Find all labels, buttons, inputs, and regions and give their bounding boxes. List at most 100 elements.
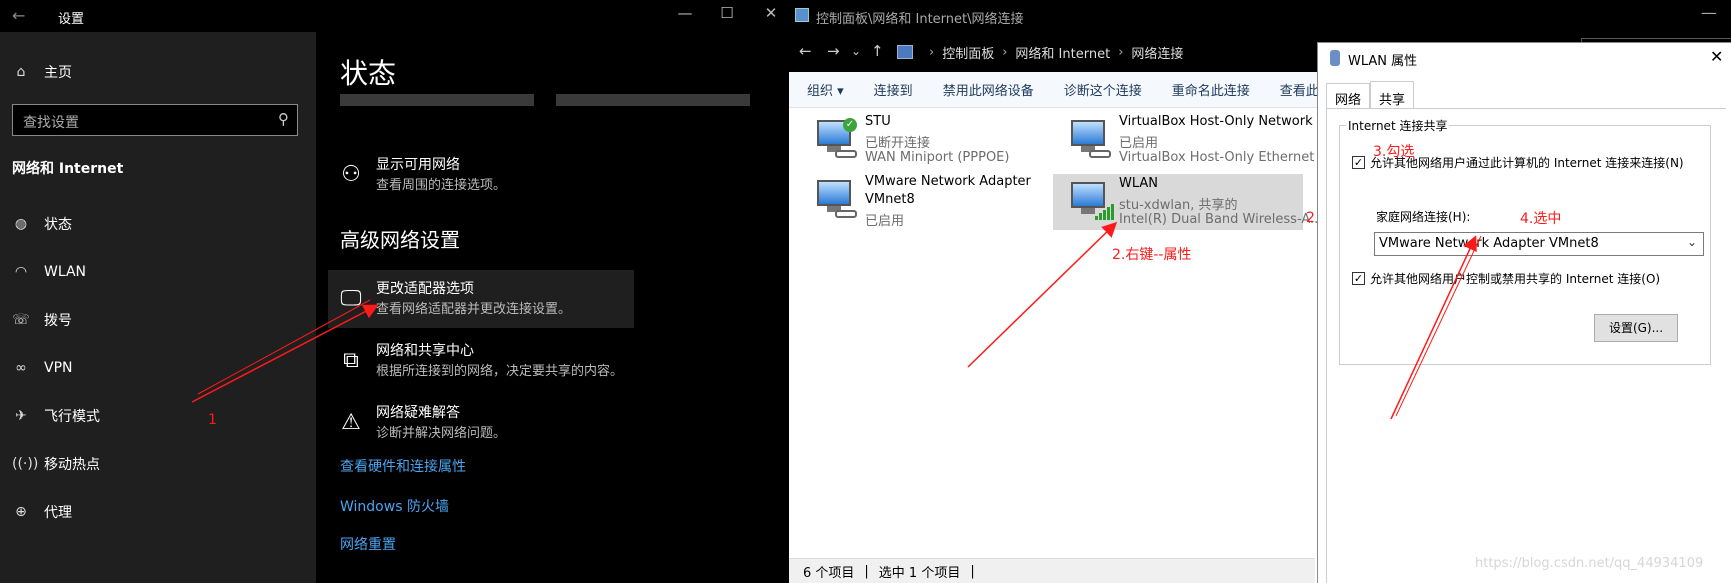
- adapter-stu[interactable]: ✓ STU 已断开连接 WAN Miniport (PPPOE): [799, 112, 1039, 166]
- close-icon[interactable]: ✕: [756, 4, 786, 22]
- selected-count: 选中 1 个项目: [878, 565, 961, 581]
- sidebar-item-vpn[interactable]: ∞ VPN: [12, 348, 73, 388]
- allow-control-checkbox[interactable]: ✓ 允许其他网络用户控制或禁用共享的 Internet 连接(O): [1352, 270, 1660, 287]
- network-adapter-icon: [1067, 118, 1111, 160]
- diagnose-button[interactable]: 诊断这个连接: [1064, 80, 1142, 99]
- search-input[interactable]: 查找设置 ⚲: [12, 104, 298, 136]
- search-icon[interactable]: ⚲: [278, 110, 289, 128]
- dialog-title: WLAN 属性: [1348, 54, 1418, 69]
- firewall-link[interactable]: Windows 防火墙: [340, 496, 449, 516]
- adapter-name-line2: VMnet8: [865, 192, 915, 207]
- sidebar-section-title: 网络和 Internet: [12, 161, 124, 177]
- sharing-icon: ⧉: [343, 348, 359, 373]
- troubleshoot-row[interactable]: ⚠ 网络疑难解答 诊断并解决网络问题。: [328, 394, 634, 452]
- chevron-right-icon: ›: [1002, 44, 1008, 60]
- sharing-panel: Internet 连接共享 ✓ 允许其他网络用户通过此计算机的 Internet…: [1326, 108, 1726, 583]
- adapter-device: Intel(R) Dual Band Wireless-A...: [1119, 212, 1323, 227]
- properties-button-partial[interactable]: [340, 94, 534, 106]
- sidebar-item-label: 主页: [44, 65, 72, 81]
- search-placeholder: 查找设置: [23, 115, 79, 131]
- rename-button[interactable]: 重命名此连接: [1172, 80, 1250, 99]
- status-bar: 6 个项目 | 选中 1 个项目 |: [789, 558, 1315, 583]
- change-adapter-options-row[interactable]: 🖵 更改适配器选项 查看网络适配器并更改连接设置。: [328, 270, 634, 328]
- cp-titlebar: 控制面板\网络和 Internet\网络连接 —: [789, 0, 1731, 32]
- hardware-properties-link[interactable]: 查看硬件和连接属性: [340, 456, 466, 476]
- breadcrumb-item[interactable]: 控制面板: [942, 43, 994, 62]
- data-usage-button-partial[interactable]: [556, 94, 750, 106]
- network-reset-link[interactable]: 网络重置: [340, 534, 396, 554]
- connect-to-button[interactable]: 连接到: [874, 80, 913, 99]
- sidebar-item-hotspot[interactable]: ((·)) 移动热点: [12, 444, 100, 484]
- row-desc: 查看网络适配器并更改连接设置。: [376, 302, 572, 317]
- dialog-tabs: 网络 共享: [1326, 81, 1415, 109]
- back-arrow-icon[interactable]: ←: [12, 6, 25, 25]
- breadcrumb-item[interactable]: 网络和 Internet: [1015, 43, 1110, 62]
- adapter-vmnet8[interactable]: VMware Network Adapter VMnet8 已启用: [799, 172, 1039, 229]
- minimize-icon[interactable]: —: [1701, 3, 1717, 22]
- checkbox-label: 允许其他网络用户控制或禁用共享的 Internet 连接(O): [1370, 272, 1661, 286]
- vpn-icon: ∞: [15, 360, 27, 376]
- tab-sharing[interactable]: 共享: [1370, 81, 1415, 109]
- select-value: VMware Network Adapter VMnet8: [1379, 236, 1599, 251]
- warning-icon: ⚠: [341, 410, 361, 435]
- breadcrumb-item[interactable]: 网络连接: [1131, 43, 1183, 62]
- row-title: 网络和共享中心: [376, 343, 474, 359]
- adapter-name: VMware Network Adapter: [865, 174, 1031, 189]
- checkbox-label: 允许其他网络用户通过此计算机的 Internet 连接来连接(N): [1370, 156, 1684, 170]
- row-desc: 诊断并解决网络问题。: [376, 426, 507, 441]
- organize-menu[interactable]: 组织 ▾: [807, 80, 844, 99]
- checkbox-checked-icon[interactable]: ✓: [1352, 156, 1365, 169]
- wlan-properties-dialog: WLAN 属性 ✕ 网络 共享 Internet 连接共享 ✓ 允许其他网络用户…: [1317, 42, 1731, 583]
- sidebar-item-label: 飞行模式: [44, 409, 100, 425]
- adapter-status: 已启用: [1119, 136, 1159, 151]
- sidebar-item-label: VPN: [44, 360, 73, 376]
- adapter-status: 已启用: [865, 214, 905, 229]
- sidebar-item-label: 代理: [44, 505, 72, 521]
- sidebar-item-airplane[interactable]: ✈ 飞行模式: [12, 396, 100, 436]
- breadcrumb[interactable]: › 控制面板 › 网络和 Internet › 网络连接: [893, 38, 1313, 66]
- row-title: 更改适配器选项: [376, 281, 474, 297]
- settings-window: ← 设置 — ☐ ✕ ⌂ 主页 查找设置 ⚲ 网络和 Internet ◍ 状态…: [0, 0, 789, 583]
- annotation-label-4: 4.选中: [1520, 211, 1562, 227]
- adapter-wlan[interactable]: WLAN stu-xdwlan, 共享的 Intel(R) Dual Band …: [1053, 174, 1322, 230]
- checkbox-checked-icon[interactable]: ✓: [1352, 272, 1365, 285]
- adapter-virtualbox[interactable]: VirtualBox Host-Only Network 已启用 Virtual…: [1053, 112, 1331, 166]
- home-network-select[interactable]: VMware Network Adapter VMnet8 ⌄: [1374, 232, 1704, 256]
- chevron-down-icon[interactable]: ⌄: [851, 44, 861, 58]
- sidebar-item-label: 移动热点: [44, 457, 100, 473]
- sidebar-item-proxy[interactable]: ⊕ 代理: [12, 492, 72, 532]
- home-icon: ⌂: [16, 64, 26, 80]
- home-network-label: 家庭网络连接(H):: [1376, 210, 1471, 224]
- settings-button[interactable]: 设置(G)...: [1594, 314, 1678, 342]
- show-networks-row[interactable]: ⚇ 显示可用网络 查看周围的连接选项。: [328, 146, 634, 204]
- tab-network[interactable]: 网络: [1326, 83, 1371, 109]
- back-arrow-icon[interactable]: ←: [799, 42, 812, 60]
- close-icon[interactable]: ✕: [1710, 47, 1723, 66]
- chevron-down-icon: ⌄: [1686, 235, 1697, 249]
- maximize-icon[interactable]: ☐: [712, 4, 742, 22]
- sidebar-item-home[interactable]: ⌂ 主页: [12, 52, 72, 92]
- network-icon: ⚇: [341, 162, 361, 187]
- settings-content: 状态 ⚇ 显示可用网络 查看周围的连接选项。 高级网络设置 🖵 更改适配器选项 …: [316, 32, 789, 583]
- ics-group: Internet 连接共享 ✓ 允许其他网络用户通过此计算机的 Internet…: [1339, 117, 1711, 365]
- adapter-name: STU: [865, 114, 891, 129]
- sidebar-item-status[interactable]: ◍ 状态: [12, 204, 72, 244]
- sharing-center-row[interactable]: ⧉ 网络和共享中心 根据所连接到的网络，决定要共享的内容。: [328, 332, 634, 390]
- hotspot-icon: ((·)): [12, 456, 39, 472]
- adapter-device: WAN Miniport (PPPOE): [865, 150, 1010, 165]
- dialog-titlebar: WLAN 属性 ✕: [1318, 43, 1731, 73]
- adapter-small-icon: [1330, 50, 1340, 66]
- row-title: 网络疑难解答: [376, 405, 460, 421]
- sidebar-item-label: WLAN: [44, 264, 87, 280]
- forward-arrow-icon[interactable]: →: [827, 42, 840, 60]
- disable-device-button[interactable]: 禁用此网络设备: [943, 80, 1034, 99]
- sidebar-item-wlan[interactable]: ◠ WLAN: [12, 252, 86, 292]
- advanced-settings-title: 高级网络设置: [340, 228, 460, 252]
- adapter-device: VirtualBox Host-Only Ethernet ...: [1119, 150, 1331, 165]
- sidebar-item-label: 状态: [44, 217, 72, 233]
- up-arrow-icon[interactable]: ↑: [871, 42, 884, 60]
- status-divider: |: [864, 563, 869, 579]
- minimize-icon[interactable]: —: [670, 4, 700, 22]
- sidebar-item-dialup[interactable]: ☏ 拨号: [12, 300, 72, 340]
- chevron-right-icon: ›: [929, 44, 935, 60]
